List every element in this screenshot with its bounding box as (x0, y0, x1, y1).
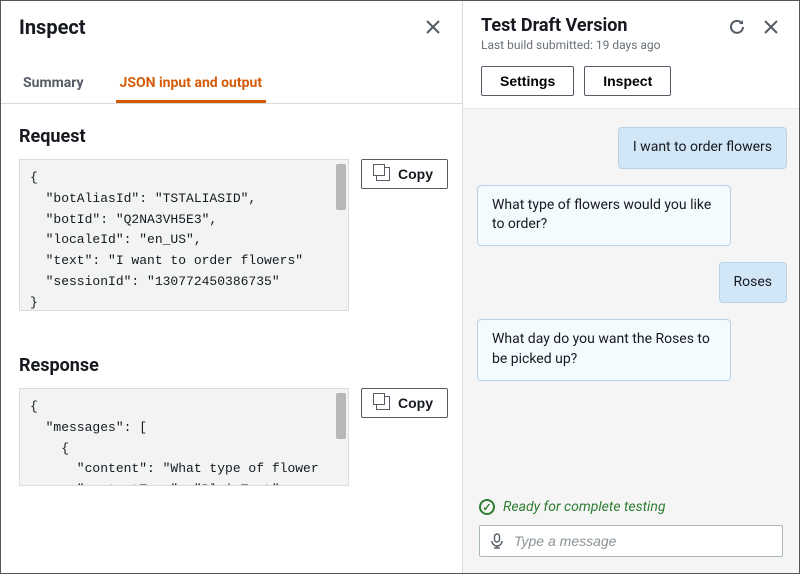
refresh-icon (728, 18, 746, 36)
response-section: { "messages": [ { "content": "What type … (19, 388, 448, 486)
status-ok-icon: ✓ (479, 499, 495, 515)
status-text: Ready for complete testing (503, 499, 665, 515)
status-bar: ✓ Ready for complete testing (463, 491, 799, 521)
request-code[interactable]: { "botAliasId": "TSTALIASID", "botId": "… (20, 160, 348, 310)
message-input-row (463, 521, 799, 573)
message-input-wrap[interactable] (479, 525, 783, 557)
chat-scroll[interactable]: I want to order flowers What type of flo… (463, 109, 799, 491)
inspect-scroll[interactable]: Request { "botAliasId": "TSTALIASID", "b… (1, 104, 462, 573)
request-heading: Request (19, 126, 448, 147)
close-icon (426, 20, 440, 34)
test-close-button[interactable] (761, 17, 781, 37)
test-header: Test Draft Version Last build submitted:… (463, 1, 799, 56)
copy-request-button[interactable]: Copy (361, 159, 448, 189)
chat-area: I want to order flowers What type of flo… (463, 109, 799, 491)
tab-json-io[interactable]: JSON input and output (116, 65, 267, 103)
close-icon (764, 20, 778, 34)
copy-response-button[interactable]: Copy (361, 388, 448, 418)
response-code-block: { "messages": [ { "content": "What type … (19, 388, 349, 486)
inspect-tabs: Summary JSON input and output (1, 65, 462, 104)
response-code[interactable]: { "messages": [ { "content": "What type … (20, 389, 348, 485)
chat-message-bot: What day do you want the Roses to be pic… (477, 319, 731, 380)
message-input[interactable] (514, 533, 772, 549)
copy-label: Copy (398, 166, 433, 182)
request-section: { "botAliasId": "TSTALIASID", "botId": "… (19, 159, 448, 311)
chat-message-user: Roses (719, 262, 788, 304)
inspect-header: Inspect (1, 1, 462, 49)
response-heading: Response (19, 355, 448, 376)
inspect-body: Request { "botAliasId": "TSTALIASID", "b… (1, 104, 462, 573)
copy-icon (376, 396, 390, 410)
inspect-panel: Inspect Summary JSON input and output Re… (1, 1, 463, 573)
inspect-title: Inspect (19, 15, 86, 39)
request-code-block: { "botAliasId": "TSTALIASID", "botId": "… (19, 159, 349, 311)
test-title: Test Draft Version (481, 15, 727, 36)
copy-label: Copy (398, 395, 433, 411)
tab-summary[interactable]: Summary (19, 65, 88, 103)
code-scrollbar[interactable] (336, 164, 346, 210)
mic-icon[interactable] (490, 533, 504, 549)
settings-button[interactable]: Settings (481, 66, 574, 96)
copy-icon (376, 167, 390, 181)
test-panel: Test Draft Version Last build submitted:… (463, 1, 799, 573)
chat-message-user: I want to order flowers (618, 127, 787, 169)
test-subtitle: Last build submitted: 19 days ago (481, 38, 727, 52)
refresh-button[interactable] (727, 17, 747, 37)
chat-message-bot: What type of flowers would you like to o… (477, 185, 731, 246)
inspect-button[interactable]: Inspect (584, 66, 671, 96)
inspect-close-button[interactable] (422, 16, 444, 38)
test-buttons: Settings Inspect (463, 56, 799, 109)
code-scrollbar[interactable] (336, 393, 346, 439)
